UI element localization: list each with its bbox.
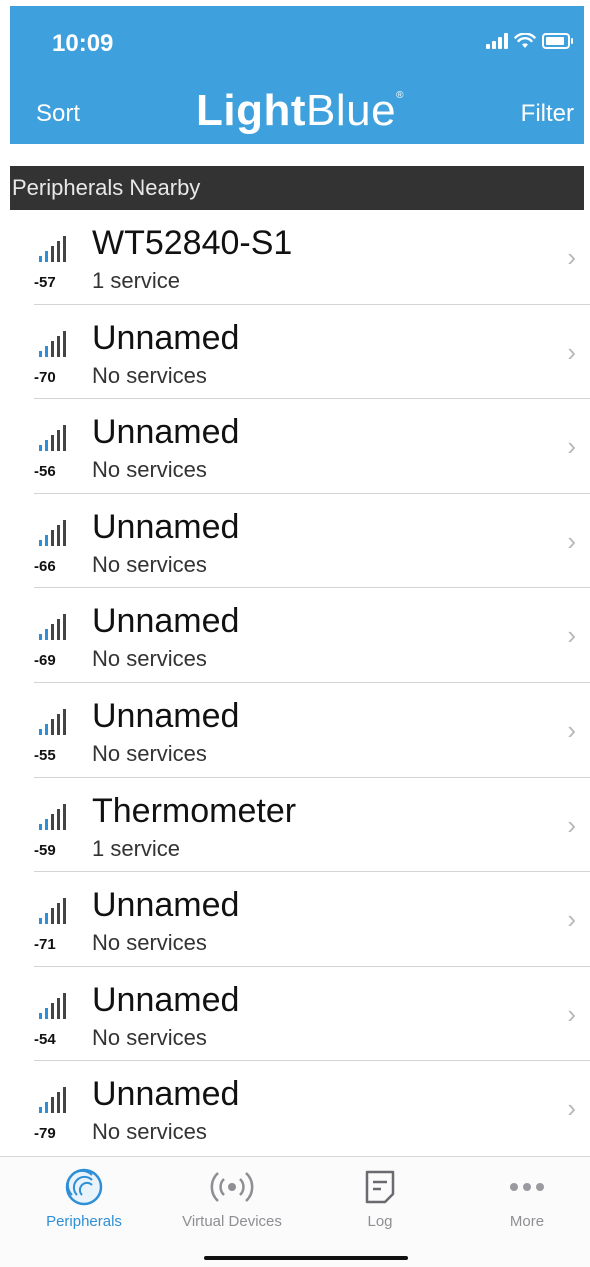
tab-peripherals[interactable]: Peripherals (19, 1165, 149, 1230)
rssi-value: -59 (34, 841, 56, 859)
chevron-right-icon: › (567, 620, 576, 651)
tab-label: Log (367, 1213, 393, 1230)
rssi-value: -70 (34, 368, 56, 386)
signal-strength-icon (39, 992, 66, 1019)
signal-strength-icon (39, 425, 66, 452)
broadcast-icon (210, 1172, 254, 1202)
tab-log[interactable]: Log (315, 1165, 445, 1230)
peripheral-row[interactable]: -57 WT52840-S1 1 service › (34, 210, 590, 305)
app-header: 10:09 Sort LightBlue® Filter (10, 6, 584, 144)
signal-strength-icon (39, 898, 66, 925)
chevron-right-icon: › (567, 998, 576, 1029)
peripheral-services: No services (92, 551, 207, 577)
sort-button[interactable]: Sort (36, 100, 80, 128)
peripheral-row[interactable]: -79 Unnamed No services › (34, 1061, 590, 1156)
signal-strength-icon (39, 803, 66, 830)
peripheral-services: No services (92, 930, 207, 956)
peripheral-row[interactable]: -71 Unnamed No services › (34, 872, 590, 967)
signal-strength-icon (39, 708, 66, 735)
rssi-value: -56 (34, 463, 56, 481)
home-indicator (204, 1256, 408, 1260)
battery-icon (542, 33, 573, 49)
chevron-right-icon: › (567, 714, 576, 745)
brand-bold-text: Light (196, 86, 307, 135)
peripheral-list: -57 WT52840-S1 1 service › -70 Unnamed N… (0, 210, 590, 1156)
chevron-right-icon: › (567, 242, 576, 272)
tab-more[interactable]: More (462, 1165, 590, 1230)
peripheral-row[interactable]: -69 Unnamed No services › (34, 588, 590, 683)
log-icon (365, 1170, 395, 1204)
rssi-value: -57 (34, 274, 56, 291)
brand-light-text: Blue (306, 86, 397, 135)
app-logo: LightBlue® (196, 86, 404, 135)
peripheral-row[interactable]: -56 Unnamed No services › (34, 399, 590, 494)
chevron-right-icon: › (567, 904, 576, 935)
peripheral-name: Thermometer (92, 791, 297, 830)
peripheral-row[interactable]: -54 Unnamed No services › (34, 967, 590, 1062)
peripheral-services: No services (92, 740, 207, 766)
peripheral-services: No services (92, 1024, 207, 1050)
wifi-icon (514, 33, 536, 48)
chevron-right-icon: › (567, 431, 576, 462)
tab-bar: Peripherals Virtual Devices Log More (0, 1156, 590, 1267)
rssi-value: -71 (34, 936, 56, 954)
tab-label: More (509, 1213, 545, 1230)
peripheral-row[interactable]: -55 Unnamed No services › (34, 683, 590, 778)
peripheral-services: No services (92, 362, 207, 388)
radar-icon (65, 1168, 103, 1206)
tab-label: Virtual Devices (182, 1213, 282, 1230)
signal-strength-icon (39, 1087, 66, 1114)
peripheral-name: Unnamed (92, 413, 240, 452)
peripheral-row[interactable]: -59 Thermometer 1 service › (34, 778, 590, 873)
peripheral-name: Unnamed (92, 602, 240, 641)
chevron-right-icon: › (567, 809, 576, 840)
peripheral-services: 1 service (92, 268, 181, 293)
peripheral-row[interactable]: -70 Unnamed No services › (34, 305, 590, 400)
tab-virtual-devices[interactable]: Virtual Devices (167, 1165, 297, 1230)
rssi-value: -79 (34, 1125, 56, 1143)
peripheral-name: Unnamed (92, 1075, 240, 1114)
peripheral-services: No services (92, 646, 207, 672)
section-title: Peripherals Nearby (12, 175, 201, 200)
peripheral-name: Unnamed (92, 886, 240, 925)
peripheral-row[interactable]: -66 Unnamed No services › (34, 494, 590, 589)
peripheral-name: Unnamed (92, 507, 240, 546)
peripheral-services: No services (92, 457, 207, 483)
more-icon (510, 1183, 544, 1191)
chevron-right-icon: › (567, 1093, 576, 1124)
rssi-value: -54 (34, 1030, 56, 1048)
app-screen: 10:09 Sort LightBlue® Filter Peripherals… (0, 0, 590, 1267)
rssi-value: -69 (34, 652, 56, 670)
signal-strength-icon (39, 236, 66, 262)
signal-strength-icon (39, 614, 66, 641)
filter-button[interactable]: Filter (521, 100, 574, 128)
peripheral-services: 1 service (92, 835, 181, 861)
status-icons (486, 33, 573, 49)
status-time: 10:09 (52, 30, 114, 57)
rssi-value: -66 (34, 557, 56, 575)
rssi-value: -55 (34, 746, 56, 764)
section-header: Peripherals Nearby (10, 166, 584, 210)
peripheral-name: Unnamed (92, 696, 240, 735)
peripheral-name: Unnamed (92, 980, 240, 1019)
chevron-right-icon: › (567, 525, 576, 556)
signal-strength-icon (39, 519, 66, 546)
peripheral-name: WT52840-S1 (92, 224, 293, 262)
signal-strength-icon (39, 330, 66, 357)
peripheral-services: No services (92, 1119, 207, 1145)
cellular-signal-icon (486, 33, 508, 49)
peripheral-name: Unnamed (92, 318, 240, 357)
tab-label: Peripherals (46, 1213, 122, 1230)
chevron-right-icon: › (567, 336, 576, 367)
